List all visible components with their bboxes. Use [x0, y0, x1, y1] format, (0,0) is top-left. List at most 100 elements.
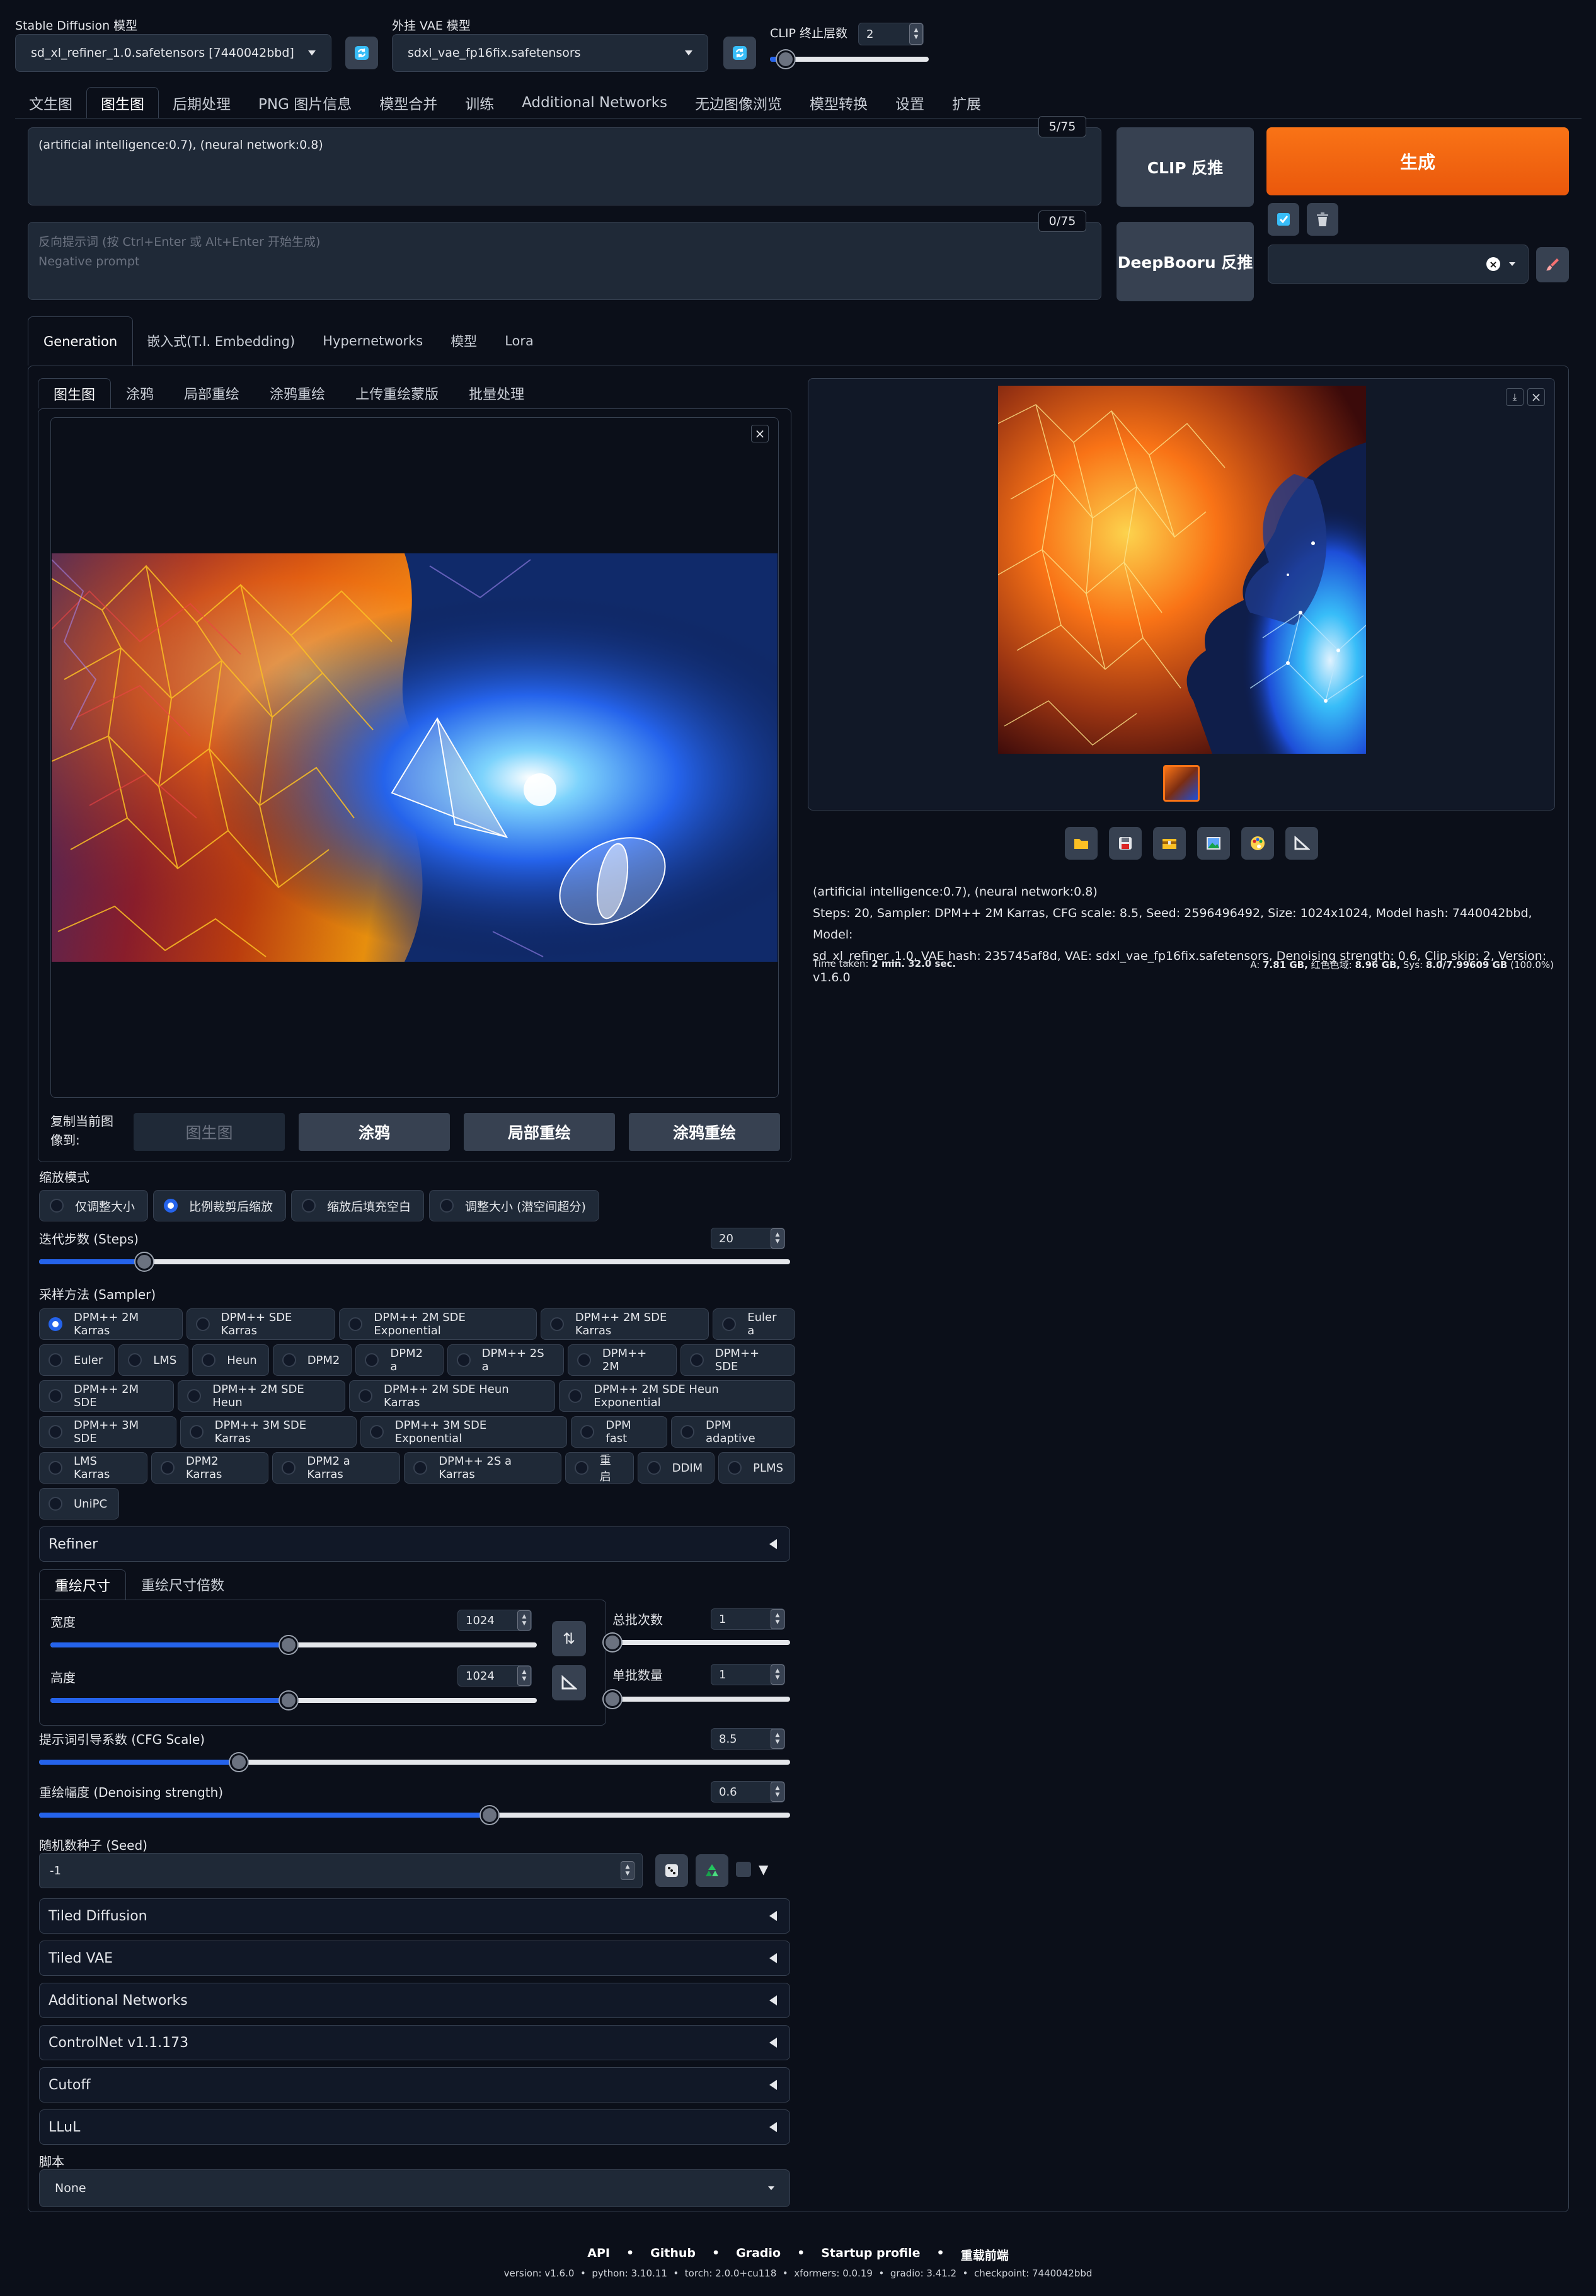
copy-to-局部重绘-button[interactable]: 局部重绘: [464, 1113, 615, 1151]
stepper-icon[interactable]: ▲ ▼: [517, 1610, 531, 1630]
copy-to-图生图-button[interactable]: 图生图: [134, 1113, 285, 1151]
width-slider[interactable]: [50, 1636, 537, 1654]
sampler-option[interactable]: DPM++ 2M SDE Karras: [540, 1308, 709, 1340]
expand-triangle-icon[interactable]: ▼: [759, 1862, 768, 1877]
img-tab-涂鸦重绘[interactable]: 涂鸦重绘: [255, 378, 340, 408]
sampler-option[interactable]: DPM2 Karras: [151, 1452, 269, 1484]
subtab-generation[interactable]: Generation: [28, 316, 134, 366]
sampler-option[interactable]: UniPC: [39, 1488, 120, 1520]
sampler-option[interactable]: DPM++ SDE: [680, 1344, 795, 1376]
img-tab-批量处理[interactable]: 批量处理: [454, 378, 539, 408]
tab-图生图[interactable]: 图生图: [86, 87, 159, 118]
stepper-icon[interactable]: ▲ ▼: [771, 1228, 784, 1249]
height-input[interactable]: 1024 ▲ ▼: [457, 1665, 532, 1687]
sampler-option[interactable]: DPM++ 2M: [567, 1344, 677, 1376]
size-tab-重绘尺寸[interactable]: 重绘尺寸: [39, 1569, 127, 1600]
clip-skip-slider[interactable]: [770, 50, 929, 68]
close-icon[interactable]: ×: [1527, 388, 1545, 406]
script-dropdown[interactable]: None: [39, 2169, 790, 2207]
slider-knob[interactable]: [135, 1253, 153, 1271]
cfg-input[interactable]: 8.5 ▲ ▼: [711, 1728, 785, 1750]
auto-size-button[interactable]: [552, 1665, 586, 1700]
sampler-option[interactable]: DPM++ 2M SDE Heun Exponential: [559, 1380, 795, 1412]
controlnet-v1-1-173-accordion[interactable]: ControlNet v1.1.173: [39, 2025, 790, 2060]
img-tab-局部重绘[interactable]: 局部重绘: [169, 378, 255, 408]
footer-link-startup-profile[interactable]: Startup profile: [821, 2246, 920, 2263]
resize-option[interactable]: 仅调整大小: [39, 1190, 149, 1221]
sampler-option[interactable]: Heun: [192, 1344, 269, 1376]
tab-后期处理[interactable]: 后期处理: [159, 87, 244, 118]
refiner-accordion[interactable]: Refiner: [39, 1526, 790, 1562]
vae-dropdown[interactable]: sdxl_vae_fp16fix.safetensors: [392, 34, 708, 72]
tab-additional-networks[interactable]: Additional Networks: [508, 87, 681, 118]
subtab-模型[interactable]: 模型: [437, 316, 491, 366]
stepper-icon[interactable]: ▲ ▼: [909, 23, 923, 45]
slider-knob[interactable]: [777, 50, 795, 68]
llul-accordion[interactable]: LLuL: [39, 2109, 790, 2145]
stepper-icon[interactable]: ▲ ▼: [771, 1782, 784, 1802]
deepbooru-button[interactable]: DeepBooru 反推: [1117, 222, 1254, 301]
size-tab-重绘尺寸倍数[interactable]: 重绘尺寸倍数: [126, 1569, 239, 1600]
img-tab-图生图[interactable]: 图生图: [38, 378, 112, 408]
sampler-option[interactable]: DPM++ 2S a: [447, 1344, 564, 1376]
edit-styles-button[interactable]: [1536, 247, 1569, 282]
slider-knob[interactable]: [230, 1753, 248, 1771]
stepper-icon[interactable]: ▲ ▼: [771, 1664, 784, 1685]
zip-button[interactable]: [1153, 827, 1186, 860]
tiled-vae-accordion[interactable]: Tiled VAE: [39, 1941, 790, 1976]
sampler-option[interactable]: LMS: [118, 1344, 189, 1376]
stepper-icon[interactable]: ▲ ▼: [621, 1861, 634, 1880]
clear-prompt-button[interactable]: [1307, 203, 1338, 236]
send-to-img2img-button[interactable]: [1197, 827, 1230, 860]
sampler-option[interactable]: DPM++ 2M Karras: [39, 1308, 183, 1340]
denoise-slider[interactable]: [39, 1806, 790, 1824]
cutoff-accordion[interactable]: Cutoff: [39, 2067, 790, 2103]
tab-文生图[interactable]: 文生图: [15, 87, 86, 118]
subtab-嵌入式-t-i-embedding[interactable]: 嵌入式(T.I. Embedding): [133, 316, 309, 366]
negative-prompt-textarea[interactable]: 反向提示词 (按 Ctrl+Enter 或 Alt+Enter 开始生成) Ne…: [28, 222, 1101, 300]
refresh-vae-button[interactable]: [723, 37, 756, 69]
footer-link-重载前端[interactable]: 重载前端: [961, 2246, 1009, 2263]
tab-png-图片信息[interactable]: PNG 图片信息: [244, 87, 365, 118]
clear-icon[interactable]: ×: [1486, 257, 1500, 271]
sampler-option[interactable]: DPM++ 3M SDE Exponential: [360, 1416, 568, 1448]
sampler-option[interactable]: DPM++ SDE Karras: [186, 1308, 336, 1340]
sampler-option[interactable]: DPM2 a Karras: [272, 1452, 401, 1484]
steps-slider[interactable]: [39, 1253, 790, 1271]
sampler-option[interactable]: DPM++ 2S a Karras: [404, 1452, 561, 1484]
tiled-diffusion-accordion[interactable]: Tiled Diffusion: [39, 1898, 790, 1934]
reuse-seed-button[interactable]: [696, 1854, 728, 1887]
save-button[interactable]: [1109, 827, 1142, 860]
close-icon[interactable]: ×: [751, 425, 769, 442]
sampler-option[interactable]: DPM++ 3M SDE: [39, 1416, 176, 1448]
tab-设置[interactable]: 设置: [881, 87, 938, 118]
sampler-option[interactable]: DPM++ 2M SDE Heun Karras: [349, 1380, 556, 1412]
copy-to-涂鸦-button[interactable]: 涂鸦: [299, 1113, 450, 1151]
footer-link-github[interactable]: Github: [650, 2246, 696, 2263]
sampler-option[interactable]: DPM2 a: [355, 1344, 444, 1376]
generate-button[interactable]: 生成: [1266, 127, 1569, 195]
slider-knob[interactable]: [604, 1634, 621, 1651]
resize-option[interactable]: 调整大小 (潜空间超分): [429, 1190, 599, 1221]
send-to-extras-button[interactable]: [1285, 827, 1318, 860]
tab-训练[interactable]: 训练: [451, 87, 508, 118]
tab-扩展[interactable]: 扩展: [938, 87, 995, 118]
sampler-option[interactable]: DPM++ 2M SDE Exponential: [339, 1308, 537, 1340]
footer-link-api[interactable]: API: [587, 2246, 610, 2263]
batch-count-slider[interactable]: [604, 1634, 790, 1651]
send-to-inpaint-button[interactable]: [1241, 827, 1274, 860]
cfg-slider[interactable]: [39, 1753, 790, 1771]
stepper-icon[interactable]: ▲ ▼: [771, 1609, 784, 1629]
batch-count-input[interactable]: 1 ▲ ▼: [711, 1608, 785, 1630]
clip-skip-input[interactable]: 2 ▲ ▼: [858, 23, 924, 45]
sampler-option[interactable]: LMS Karras: [39, 1452, 147, 1484]
clip-interrogate-button[interactable]: CLIP 反推: [1117, 127, 1254, 207]
tab-无边图像浏览[interactable]: 无边图像浏览: [681, 87, 796, 118]
sampler-option[interactable]: DPM++ 2M SDE: [39, 1380, 175, 1412]
sampler-option[interactable]: DPM fast: [571, 1416, 667, 1448]
slider-knob[interactable]: [604, 1690, 621, 1708]
batch-size-input[interactable]: 1 ▲ ▼: [711, 1664, 785, 1685]
resize-option[interactable]: 比例裁剪后缩放: [153, 1190, 287, 1221]
extra-seed-checkbox[interactable]: [736, 1862, 751, 1877]
footer-link-gradio[interactable]: Gradio: [736, 2246, 781, 2263]
